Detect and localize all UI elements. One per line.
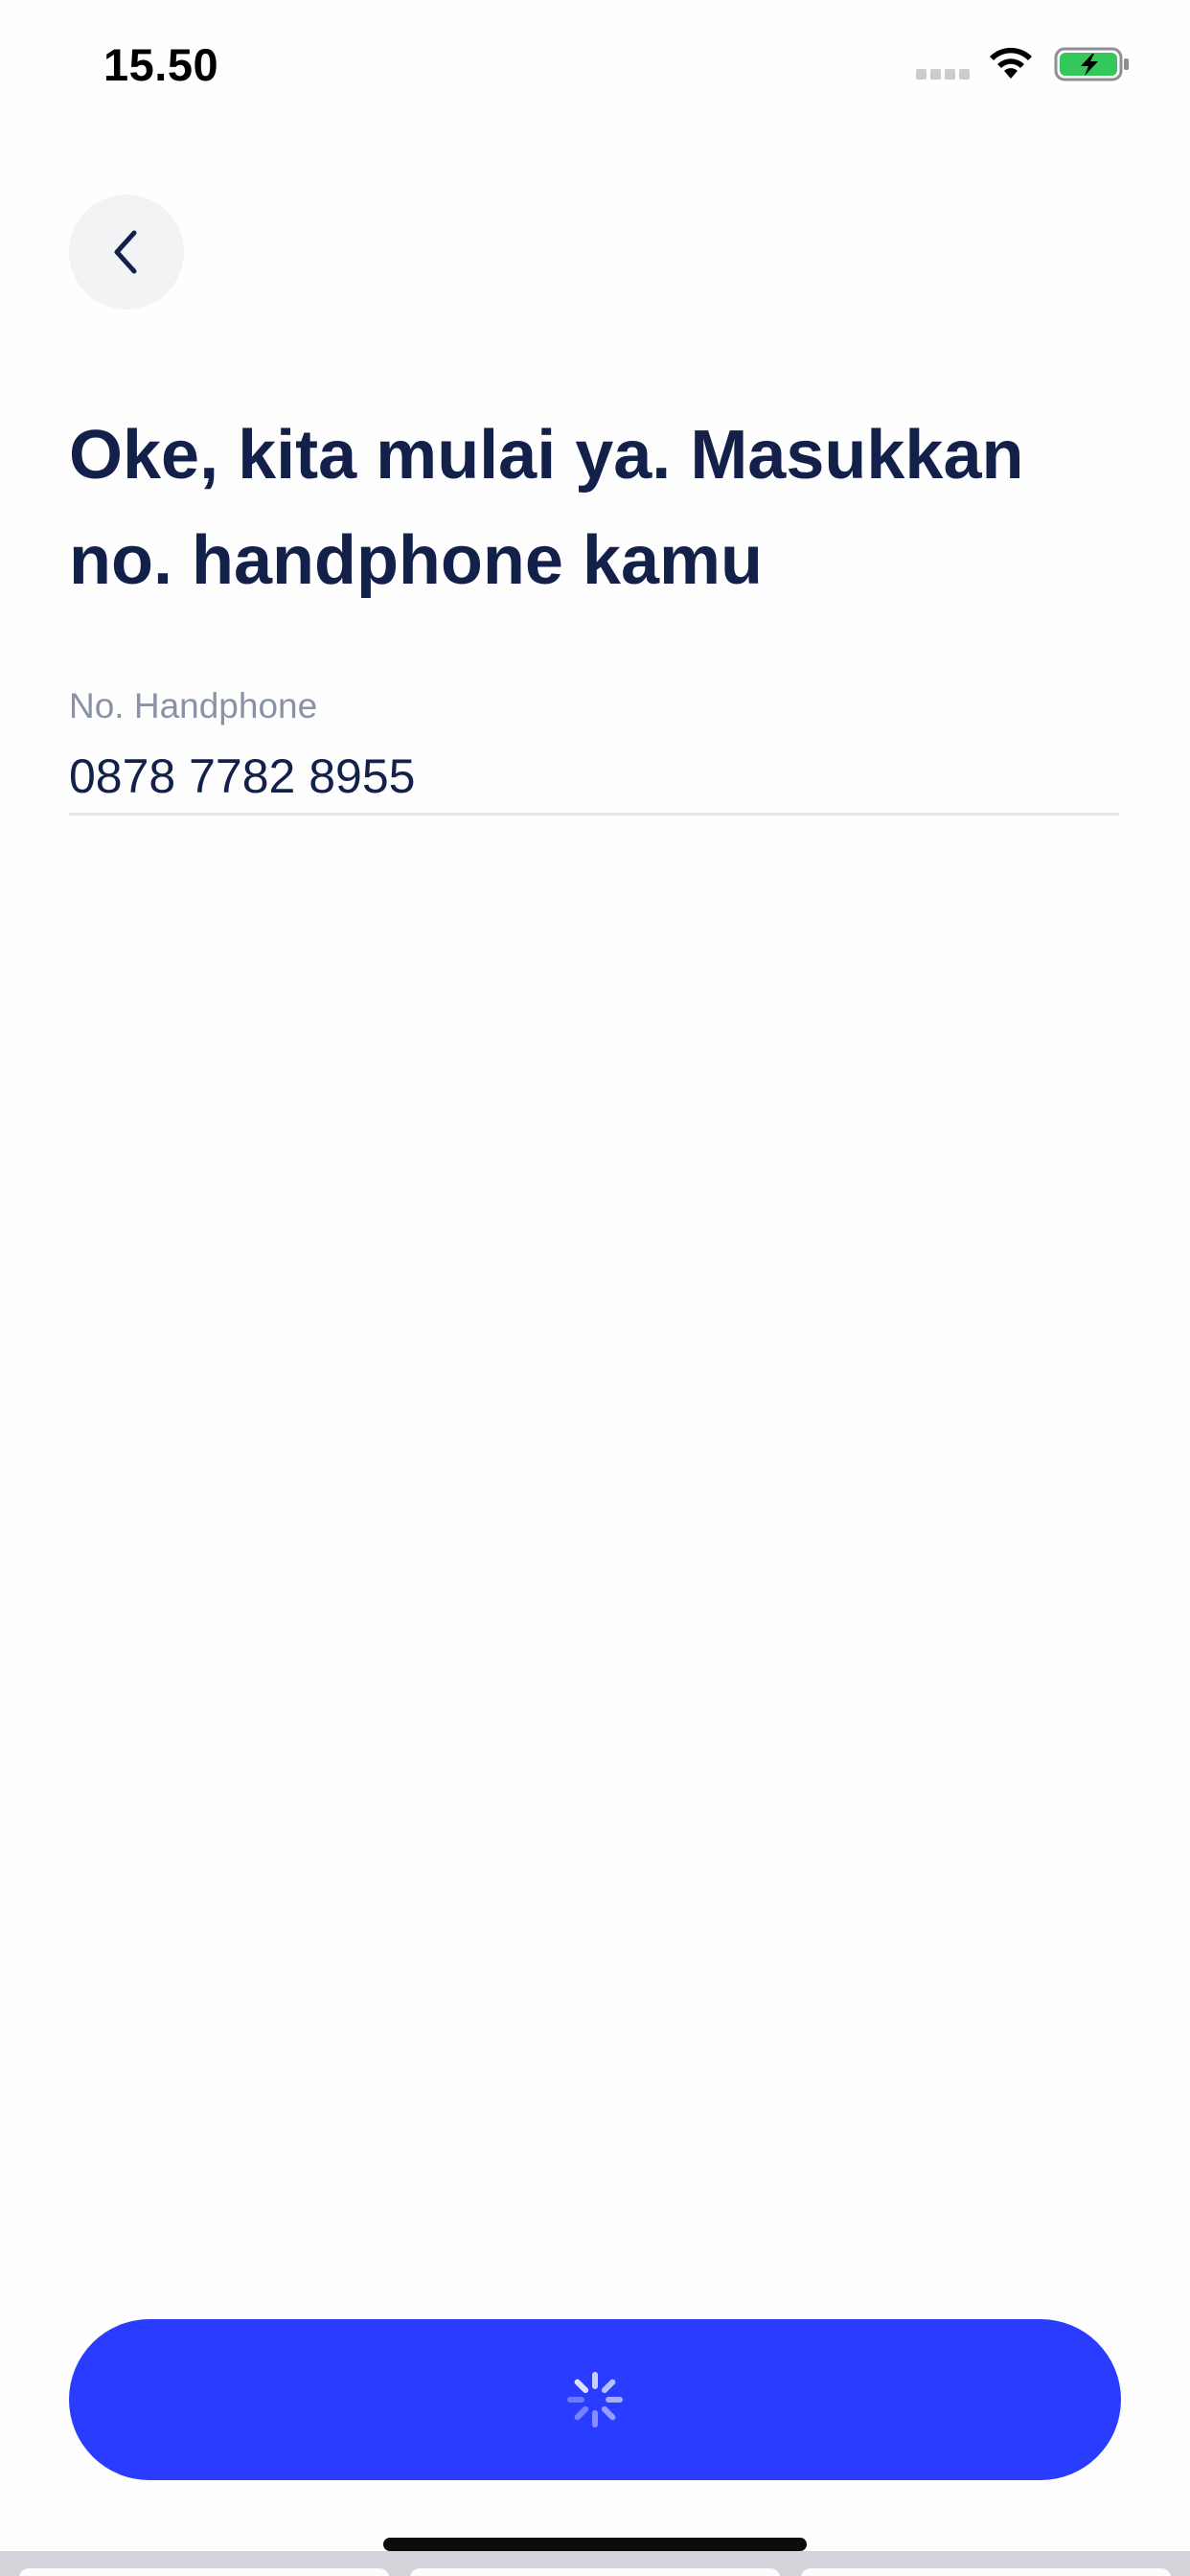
page-title: Oke, kita mulai ya. Masukkan no. handpho… bbox=[69, 417, 1024, 599]
phone-field-label: No. Handphone bbox=[69, 686, 318, 725]
phone-field-underline bbox=[69, 813, 1119, 816]
wifi-icon bbox=[990, 47, 1032, 79]
continue-button[interactable] bbox=[69, 2319, 1121, 2480]
back-button[interactable] bbox=[69, 195, 184, 310]
loading-spinner-icon bbox=[567, 2372, 623, 2427]
home-indicator bbox=[383, 2538, 807, 2551]
battery-charging-icon bbox=[1054, 47, 1129, 81]
phone-login-screen: 15.50 Oke, kita mulai ya. Masukkan no. h… bbox=[0, 0, 1190, 2576]
phone-number-input[interactable] bbox=[69, 740, 1119, 813]
status-time: 15.50 bbox=[103, 39, 219, 90]
keyboard-top-edge bbox=[0, 2551, 1190, 2576]
cellular-signal-icon bbox=[916, 69, 970, 80]
chevron-left-icon bbox=[114, 230, 137, 274]
